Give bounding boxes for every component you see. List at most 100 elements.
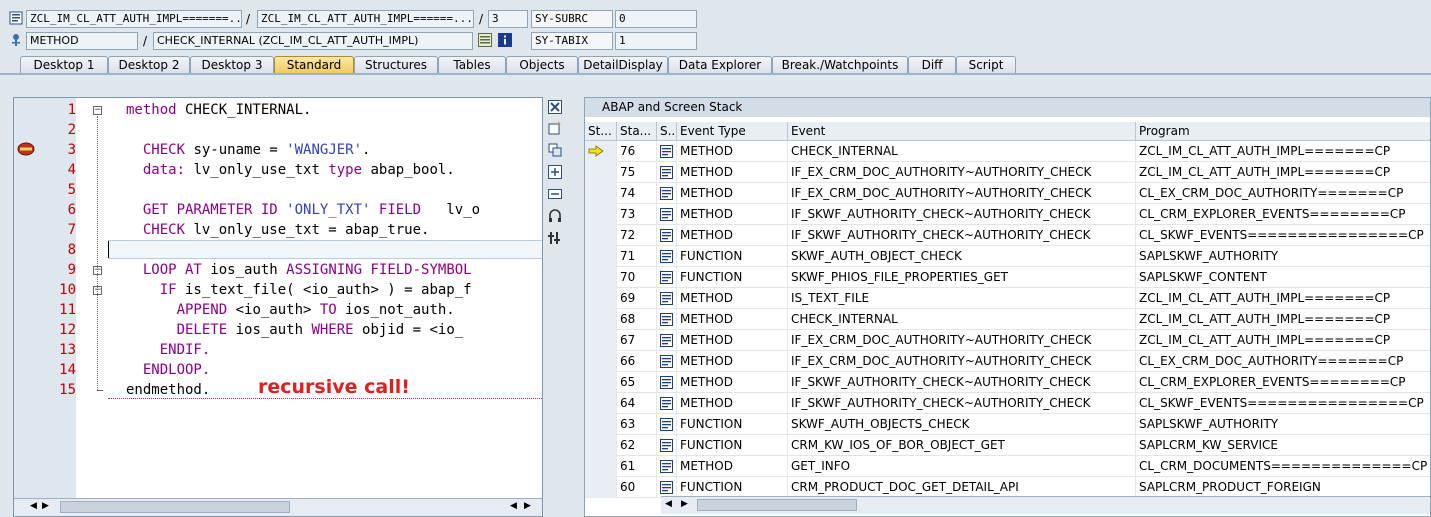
new-tool-icon[interactable] (548, 121, 562, 135)
column-header-status[interactable]: St... (585, 122, 617, 141)
stack-row[interactable]: 66 METHOD IF_EX_CRM_DOC_AUTHORITY~AUTHORIT… (585, 351, 1430, 372)
tab-standard[interactable]: Standard (274, 56, 354, 74)
source-code-icon[interactable] (660, 439, 673, 452)
event-field[interactable]: CHECK_INTERNAL (ZCL_IM_CL_ATT_AUTH_IMPL) (153, 32, 473, 50)
column-header-program[interactable]: Program (1136, 122, 1430, 141)
stack-horizontal-scrollbar[interactable]: ◀ ▶ (661, 496, 1430, 514)
stack-row[interactable]: 68 METHOD CHECK_INTERNAL ZCL_IM_CL_ATT_AUTH… (585, 309, 1430, 330)
stack-row[interactable]: 61 METHOD GET_INFO CL_CRM_DOCUMENTS========… (585, 456, 1430, 477)
tab-diff[interactable]: Diff (908, 56, 956, 74)
row-program: CL_CRM_EXPLORER_EVENTS========CP (1136, 372, 1430, 393)
settings-tool-icon[interactable] (548, 231, 562, 245)
row-source-icon-cell (657, 183, 677, 204)
source-code-icon[interactable] (660, 145, 673, 158)
source-code-icon[interactable] (660, 187, 673, 200)
tab-detail-display[interactable]: DetailDisplay (578, 56, 668, 74)
stack-row[interactable]: 71 FUNCTION SKWF_AUTH_OBJECT_CHECK SAPLSKWF… (585, 246, 1430, 267)
code-line: ENDIF. (159, 342, 211, 358)
stack-row[interactable]: 65 METHOD IF_SKWF_AUTHORITY_CHECK~AUTHORIT… (585, 372, 1430, 393)
swap-icon[interactable] (548, 187, 562, 201)
code-line: CHECK sy-uname = 'WANGJER'. (142, 142, 371, 158)
row-status-cell (585, 162, 617, 183)
tab-structures[interactable]: Structures (354, 56, 438, 74)
stack-row[interactable]: 70 FUNCTION SKWF_PHIOS_FILE_PROPERTIES_GET… (585, 267, 1430, 288)
tab-desktop-2[interactable]: Desktop 2 (108, 56, 190, 74)
sysubrc-value[interactable]: 0 (615, 10, 697, 28)
event-type-field[interactable]: METHOD (26, 32, 138, 50)
source-code-icon[interactable] (660, 271, 673, 284)
close-icon[interactable] (548, 100, 562, 114)
source-code-icon[interactable] (660, 250, 673, 263)
row-event-type: METHOD (677, 225, 788, 246)
column-header-stack-level[interactable]: Sta... (617, 122, 657, 141)
scroll-right-icon[interactable]: ▶ (681, 499, 688, 509)
row-event-type: METHOD (677, 372, 788, 393)
source-editor[interactable]: 1 2 3 4 5 6 7 8 9 10 11 12 13 14 15 − − … (13, 97, 543, 517)
source-code-icon[interactable] (660, 166, 673, 179)
row-level: 62 (617, 435, 657, 456)
column-header-event[interactable]: Event (788, 122, 1136, 141)
line-number: 11 (59, 302, 76, 318)
source-code-icon[interactable] (660, 208, 673, 221)
stack-row[interactable]: 63 FUNCTION SKWF_AUTH_OBJECTS_CHECK SAPLSKW… (585, 414, 1430, 435)
stack-row[interactable]: 60 FUNCTION CRM_PRODUCT_DOC_GET_DETAIL_API… (585, 477, 1430, 498)
editor-horizontal-scrollbar[interactable]: ◀ ▶ ◀ ▶ (14, 498, 542, 516)
tab-script[interactable]: Script (956, 56, 1016, 74)
line-number: 14 (59, 362, 76, 378)
include-field[interactable]: ZCL_IM_CL_ATT_AUTH_IMPL======... (257, 10, 474, 28)
tab-data-explorer[interactable]: Data Explorer (668, 56, 772, 74)
stack-row[interactable]: 74 METHOD IF_EX_CRM_DOC_AUTHORITY~AUTHORIT… (585, 183, 1430, 204)
stack-row[interactable]: 72 METHOD IF_SKWF_AUTHORITY_CHECK~AUTHORIT… (585, 225, 1430, 246)
source-code-icon[interactable] (660, 355, 673, 368)
source-code-icon[interactable] (660, 313, 673, 326)
stack-row[interactable]: 62 FUNCTION CRM_KW_IOS_OF_BOR_OBJECT_GET SA… (585, 435, 1430, 456)
program-field[interactable]: ZCL_IM_CL_ATT_AUTH_IMPL=======... (26, 10, 242, 28)
tab-break-watchpoints[interactable]: Break./Watchpoints (772, 56, 908, 74)
scroll-thumb[interactable] (60, 501, 290, 513)
fold-end (97, 390, 103, 391)
line-number: 10 (59, 282, 76, 298)
scroll-left-icon[interactable]: ◀ (30, 501, 37, 511)
source-code-icon[interactable] (660, 418, 673, 431)
row-program: CL_CRM_EXPLORER_EVENTS========CP (1136, 204, 1430, 225)
source-code-icon[interactable] (660, 481, 673, 494)
row-event: CRM_KW_IOS_OF_BOR_OBJECT_GET (788, 435, 1136, 456)
scroll-left-icon[interactable]: ◀ (510, 501, 517, 511)
stack-row[interactable]: 64 METHOD IF_SKWF_AUTHORITY_CHECK~AUTHORIT… (585, 393, 1430, 414)
row-level: 75 (617, 162, 657, 183)
info-icon[interactable] (498, 33, 512, 47)
scroll-right-icon[interactable]: ▶ (42, 501, 49, 511)
scroll-right-icon[interactable]: ▶ (524, 501, 531, 511)
source-code-icon[interactable] (660, 292, 673, 305)
sytabix-value[interactable]: 1 (615, 32, 697, 50)
column-header-event-type[interactable]: Event Type (677, 122, 788, 141)
tab-tables[interactable]: Tables (438, 56, 506, 74)
column-header-s[interactable]: S... (657, 122, 677, 141)
source-code-icon[interactable] (660, 229, 673, 242)
source-code-icon[interactable] (660, 397, 673, 410)
stack-row[interactable]: 67 METHOD IF_EX_CRM_DOC_AUTHORITY~AUTHORIT… (585, 330, 1430, 351)
source-code-icon[interactable] (660, 376, 673, 389)
line-field[interactable]: 3 (488, 10, 528, 28)
stack-row[interactable]: 76 METHOD CHECK_INTERNAL ZCL_IM_CL_ATT_AUTH… (585, 141, 1430, 162)
tab-desktop-1[interactable]: Desktop 1 (20, 56, 108, 74)
row-level: 65 (617, 372, 657, 393)
display-object-icon[interactable] (478, 33, 492, 47)
source-code-icon[interactable] (660, 334, 673, 347)
tab-desktop-3[interactable]: Desktop 3 (190, 56, 274, 74)
row-program: ZCL_IM_CL_ATT_AUTH_IMPL=======CP (1136, 330, 1430, 351)
scroll-left-icon[interactable]: ◀ (665, 499, 672, 509)
stack-row[interactable]: 73 METHOD IF_SKWF_AUTHORITY_CHECK~AUTHORIT… (585, 204, 1430, 225)
source-code-icon[interactable] (660, 460, 673, 473)
row-level: 69 (617, 288, 657, 309)
row-program: CL_EX_CRM_DOC_AUTHORITY=======CP (1136, 351, 1430, 372)
stack-row[interactable]: 75 METHOD IF_EX_CRM_DOC_AUTHORITY~AUTHORIT… (585, 162, 1430, 183)
replace-tool-icon[interactable] (548, 143, 562, 157)
breakpoint-icon[interactable] (17, 142, 35, 156)
fold-toggle-icon[interactable]: − (93, 106, 102, 115)
stack-row[interactable]: 69 METHOD IS_TEXT_FILE ZCL_IM_CL_ATT_AUTH_I… (585, 288, 1430, 309)
scroll-thumb[interactable] (697, 499, 857, 511)
services-icon[interactable] (548, 209, 562, 223)
maximize-icon[interactable] (548, 165, 562, 179)
tab-objects[interactable]: Objects (506, 56, 578, 74)
